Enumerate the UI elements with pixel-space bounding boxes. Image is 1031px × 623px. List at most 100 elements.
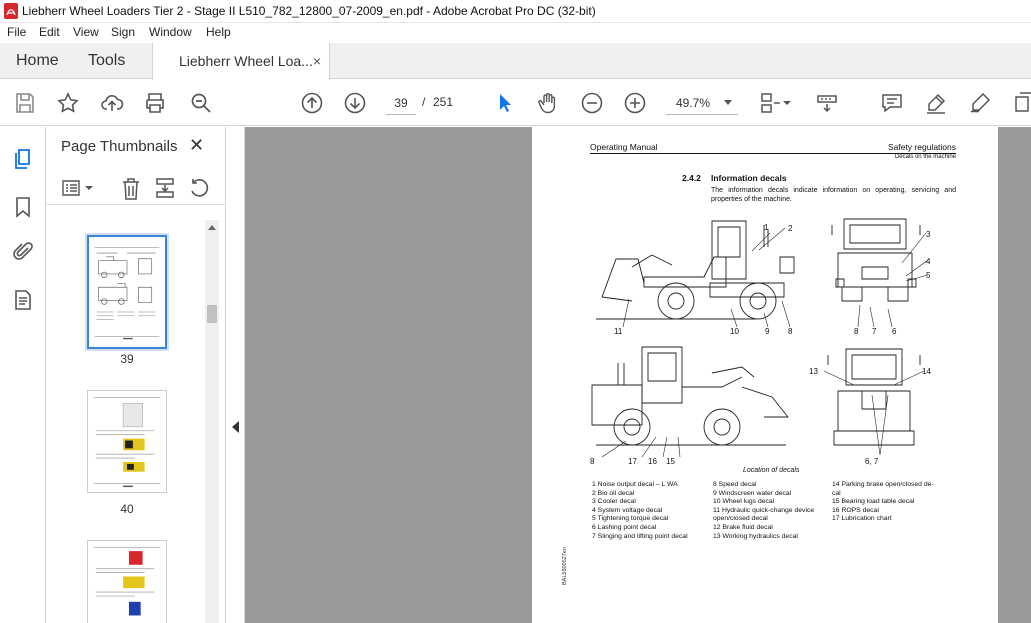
callout-5: 5 [926,271,931,280]
callout-17: 17 [628,457,637,466]
scroll-thumb[interactable] [207,305,217,323]
scroll-up-arrow-icon[interactable] [208,224,216,230]
thumbnail-label-40: 40 [120,502,134,516]
callout-10: 10 [730,327,739,336]
tab-document[interactable]: Liebherr Wheel Loa... × [152,43,330,80]
callout-6-7: 6, 7 [865,457,879,466]
page-thumbnails-icon[interactable] [11,147,35,171]
legend-item: 6 Lashing point decal [592,523,657,531]
thumbnail-40-preview [88,391,166,492]
callout-14: 14 [922,367,931,376]
page-number-input[interactable]: 39 [386,91,416,115]
document-canvas[interactable]: Operating Manual Safety regulations Deca… [245,127,1031,623]
callout-8c: 8 [590,457,595,466]
pdf-page: Operating Manual Safety regulations Deca… [532,127,998,623]
loader-drawings: 1 2 11 10 9 8 3 4 5 8 7 6 8 17 16 15 13 … [590,218,931,466]
zoom-level-select[interactable]: 49.7% [666,91,738,115]
legend-item: 4 System voltage decal [592,506,663,514]
share-icon[interactable] [1012,91,1031,115]
legend-column-3: 14 Parking brake open/closed de- cal 15 … [832,481,934,524]
legend-item: 5 Tightening torque decal [592,515,669,523]
draw-sign-icon[interactable] [968,91,992,115]
legend-item: 2 Bio oil decal [592,489,635,497]
loader-side-view-top [596,220,795,320]
save-icon[interactable] [13,91,37,115]
callout-1: 1 [764,223,769,232]
zoom-in-icon[interactable] [623,91,647,115]
callout-8: 8 [788,327,793,336]
scroll-mode-icon[interactable] [815,91,839,115]
collapse-arrow-icon[interactable] [232,421,239,433]
thumbnails-panel: Page Thumbnails ✕ 39 40 [46,127,226,623]
select-cursor-icon[interactable] [493,91,517,115]
window-title: Liebherr Wheel Loaders Tier 2 - Stage II… [22,4,596,18]
thumbnail-scrollbar[interactable] [205,220,219,623]
print-icon[interactable] [143,91,167,115]
tab-close-icon[interactable]: × [313,43,321,79]
callout-9: 9 [765,327,770,336]
bookmark-star-icon[interactable] [56,91,80,115]
delete-icon[interactable] [121,178,141,200]
panel-collapse-handle[interactable] [226,127,245,623]
acrobat-icon [4,3,18,19]
callout-13: 13 [809,367,818,376]
panel-close-icon[interactable]: ✕ [189,135,204,156]
legend-item: open/closed decal [713,515,768,523]
thumbnail-label-39: 39 [120,352,134,366]
thumbnail-39-preview [89,239,165,345]
legend-column-1: 1 Noise output decal – L WA 2 Bio oil de… [592,481,688,541]
menu-view[interactable]: View [73,25,99,39]
legend-item: 13 Working hydraulics decal [713,532,798,540]
callout-8b: 8 [854,327,859,336]
page-separator: / [422,95,426,109]
callout-4: 4 [926,257,931,266]
legend-item: 7 Slinging and lifting point decal [592,532,688,540]
hand-tool-icon[interactable] [536,91,560,115]
legend-item: 8 Speed decal [713,481,757,488]
legend-item: 17 Lubrication chart [832,515,892,523]
document-icon[interactable] [11,288,35,312]
upload-cloud-icon[interactable] [100,91,124,115]
chevron-down-icon [724,100,732,105]
legend-item: 10 Wheel lugs decal [713,498,775,506]
thumbnail-page-41[interactable] [87,540,167,623]
menu-window[interactable]: Window [149,25,192,39]
tab-bar: Home Tools Liebherr Wheel Loa... × [0,43,1031,80]
page-down-icon[interactable] [343,91,367,115]
zoom-out-icon[interactable] [580,91,604,115]
page-display-icon[interactable] [758,91,792,115]
page-total: 251 [433,95,454,109]
menu-help[interactable]: Help [206,25,231,39]
tab-home[interactable]: Home [16,43,59,79]
callout-7: 7 [872,327,877,336]
callout-3: 3 [926,230,931,239]
menu-sign[interactable]: Sign [111,25,135,39]
title-bar: Liebherr Wheel Loaders Tier 2 - Stage II… [0,0,1031,23]
legend-item: 16 ROPS decal [832,506,879,514]
callout-2: 2 [788,224,793,233]
tab-tools[interactable]: Tools [88,43,125,79]
legend-item: 12 Brake fluid decal [713,523,773,531]
tab-document-label: Liebherr Wheel Loa... [179,53,313,69]
menu-edit[interactable]: Edit [39,25,60,39]
thumbnail-page-40[interactable] [87,390,167,493]
legend-item: 1 Noise output decal – L WA [592,481,678,488]
attachment-icon[interactable] [11,240,35,264]
highlight-pen-icon[interactable] [924,91,948,115]
legend-item: 3 Cooler decal [592,498,636,506]
legend-item: 9 Windscreen water decal [713,489,792,497]
left-rail [0,127,46,623]
menu-file[interactable]: File [7,25,26,39]
rotate-icon[interactable] [188,177,210,199]
menu-bar: File Edit View Sign Window Help [0,23,1031,43]
zoom-search-icon[interactable] [189,91,213,115]
extract-pages-icon[interactable] [154,177,176,199]
thumbnail-options-icon[interactable] [61,178,97,198]
thumbnail-page-39[interactable] [87,235,167,349]
comment-icon[interactable] [880,91,904,115]
bookmark-icon[interactable] [11,195,35,219]
thumbnail-list: 39 40 [46,220,206,623]
page-up-icon[interactable] [300,91,324,115]
callout-11: 11 [614,327,623,336]
zoom-level-value: 49.7% [676,96,711,110]
